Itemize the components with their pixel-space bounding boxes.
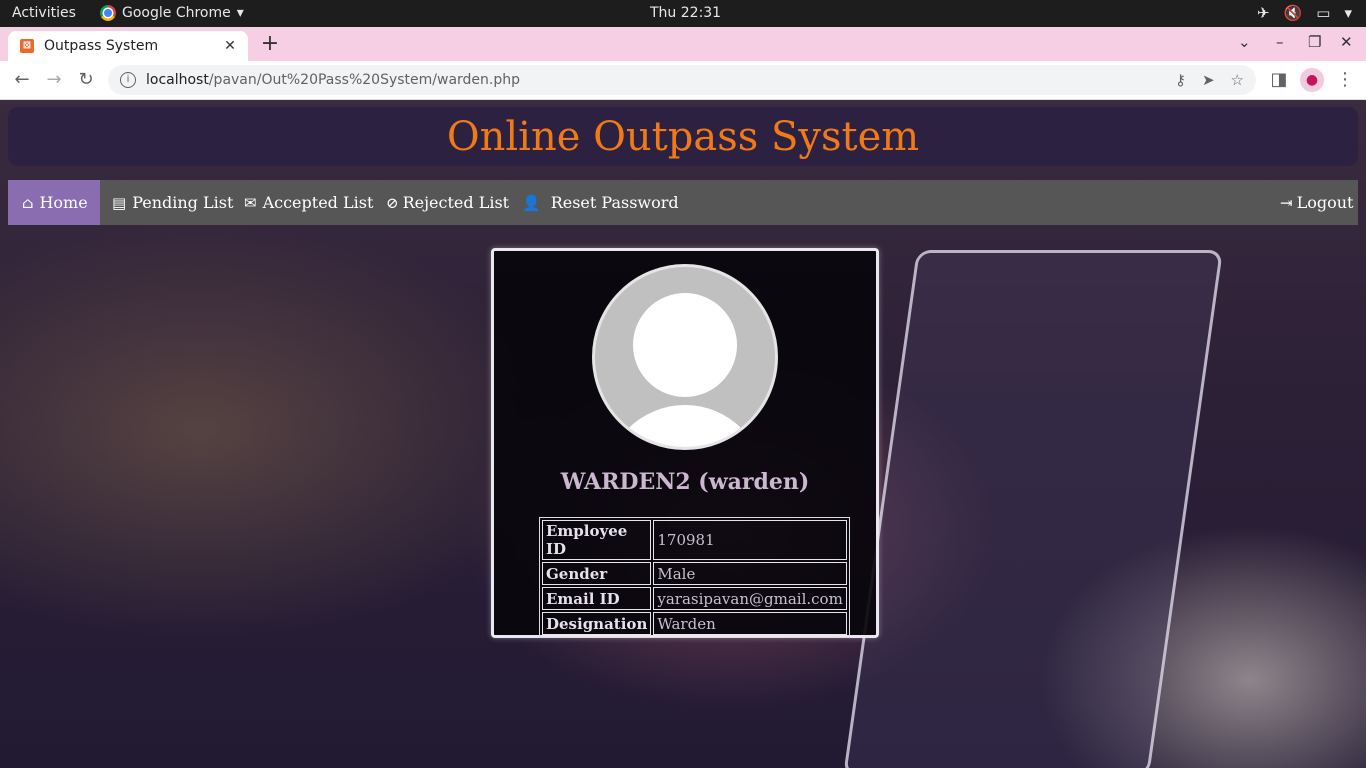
- profile-avatar-icon[interactable]: ●: [1300, 68, 1324, 92]
- main-navbar: ⌂ Home ▤ Pending List ✉ Accepted List ⊘ Reje…: [8, 180, 1358, 225]
- close-icon[interactable]: ✕: [220, 38, 240, 54]
- home-icon: ⌂: [22, 194, 34, 212]
- user-icon: 👤: [522, 194, 541, 212]
- nav-home-label: Home: [39, 193, 88, 212]
- battery-icon: ▭: [1316, 4, 1331, 22]
- back-icon[interactable]: ←: [11, 69, 33, 90]
- nav-accepted-list[interactable]: ✉ Accepted List: [244, 180, 373, 225]
- nav-accepted-label: Accepted List: [262, 193, 374, 212]
- envelope-icon: ✉: [244, 194, 257, 212]
- browser-tab[interactable]: ⊠ Outpass System ✕: [8, 31, 248, 61]
- nav-rejected-list[interactable]: ⊘ Rejected List: [386, 180, 509, 225]
- app-menu-label: Google Chrome: [122, 5, 231, 21]
- tab-search-icon[interactable]: ⌄: [1238, 33, 1251, 51]
- activities-button[interactable]: Activities: [12, 5, 76, 21]
- row-value: 170981: [653, 520, 847, 560]
- chrome-icon: [100, 5, 116, 21]
- tab-title: Outpass System: [44, 38, 159, 54]
- url-path: /pavan/Out%20Pass%20System/warden.php: [208, 72, 521, 88]
- tab-strip: ⊠ Outpass System ✕ + ⌄ – ❐ ✕: [0, 27, 1366, 61]
- send-icon[interactable]: ➤: [1202, 71, 1215, 89]
- address-bar[interactable]: i localhost/pavan/Out%20Pass%20System/wa…: [108, 65, 1256, 95]
- background-laptop-image: [843, 250, 1223, 768]
- key-icon[interactable]: ⚷: [1175, 71, 1186, 89]
- chevron-down-icon: ▾: [236, 5, 244, 21]
- table-row: Gender Male: [542, 562, 847, 585]
- info-icon[interactable]: i: [120, 72, 136, 88]
- nav-logout-label: Logout: [1296, 193, 1354, 212]
- nav-logout[interactable]: ⇥ Logout: [1280, 180, 1353, 225]
- table-row: Designation Warden: [542, 612, 847, 635]
- browser-toolbar: ← → ↻ i localhost/pavan/Out%20Pass%20Sys…: [0, 61, 1366, 100]
- nav-pending-list[interactable]: ▤ Pending List: [112, 180, 233, 225]
- page-content: Online Outpass System ⌂ Home ▤ Pending Lis…: [0, 100, 1366, 768]
- chevron-down-icon: ▾: [1344, 4, 1352, 22]
- row-label: Designation: [542, 612, 652, 635]
- avatar-body: [605, 405, 765, 447]
- system-top-bar: Activities Google Chrome ▾ Thu 22:31 ✈ 🔇…: [0, 0, 1366, 27]
- close-window-button[interactable]: ✕: [1340, 33, 1353, 51]
- volume-muted-icon: 🔇: [1283, 4, 1303, 22]
- star-icon[interactable]: ☆: [1231, 71, 1244, 89]
- side-panel-icon[interactable]: ◨: [1268, 69, 1290, 90]
- app-menu[interactable]: Google Chrome ▾: [100, 5, 244, 21]
- row-label: Email ID: [542, 587, 652, 610]
- nav-reset-password[interactable]: 👤 Reset Password: [522, 180, 679, 225]
- site-title: Online Outpass System: [446, 114, 920, 160]
- forward-icon[interactable]: →: [43, 69, 65, 90]
- favicon-icon: ⊠: [20, 39, 34, 53]
- minimize-button[interactable]: –: [1276, 33, 1284, 51]
- row-value: Male: [653, 562, 847, 585]
- table-row: Email ID yarasipavan@gmail.com: [542, 587, 847, 610]
- nav-rejected-label: Rejected List: [402, 193, 510, 212]
- profile-card: WARDEN2 (warden) Employee ID 170981 Gend…: [491, 248, 879, 638]
- avatar-head: [633, 293, 737, 397]
- system-tray[interactable]: ✈ 🔇 ▭ ▾: [1257, 4, 1352, 22]
- nav-home[interactable]: ⌂ Home: [8, 180, 100, 225]
- avatar: [592, 264, 778, 450]
- user-name: WARDEN2 (warden): [560, 469, 810, 495]
- reload-icon[interactable]: ↻: [75, 69, 97, 90]
- clock[interactable]: Thu 22:31: [650, 5, 721, 21]
- row-value: yarasipavan@gmail.com: [653, 587, 847, 610]
- site-header: Online Outpass System: [8, 107, 1358, 166]
- row-value: Warden: [653, 612, 847, 635]
- book-icon: ▤: [112, 194, 127, 212]
- restore-button[interactable]: ❐: [1308, 33, 1321, 51]
- ban-icon: ⊘: [386, 194, 399, 212]
- nav-pending-label: Pending List: [132, 193, 234, 212]
- row-label: Gender: [542, 562, 652, 585]
- airplane-icon: ✈: [1257, 4, 1270, 22]
- new-tab-button[interactable]: +: [259, 31, 281, 56]
- table-row: Employee ID 170981: [542, 520, 847, 560]
- nav-reset-label: Reset Password: [550, 193, 679, 212]
- profile-info-table: Employee ID 170981 Gender Male Email ID …: [539, 517, 850, 638]
- row-label: Employee ID: [542, 520, 652, 560]
- sign-in-icon: ⇥: [1280, 194, 1293, 212]
- menu-dots-icon[interactable]: ⋮: [1334, 69, 1356, 90]
- url-host: localhost: [146, 72, 209, 88]
